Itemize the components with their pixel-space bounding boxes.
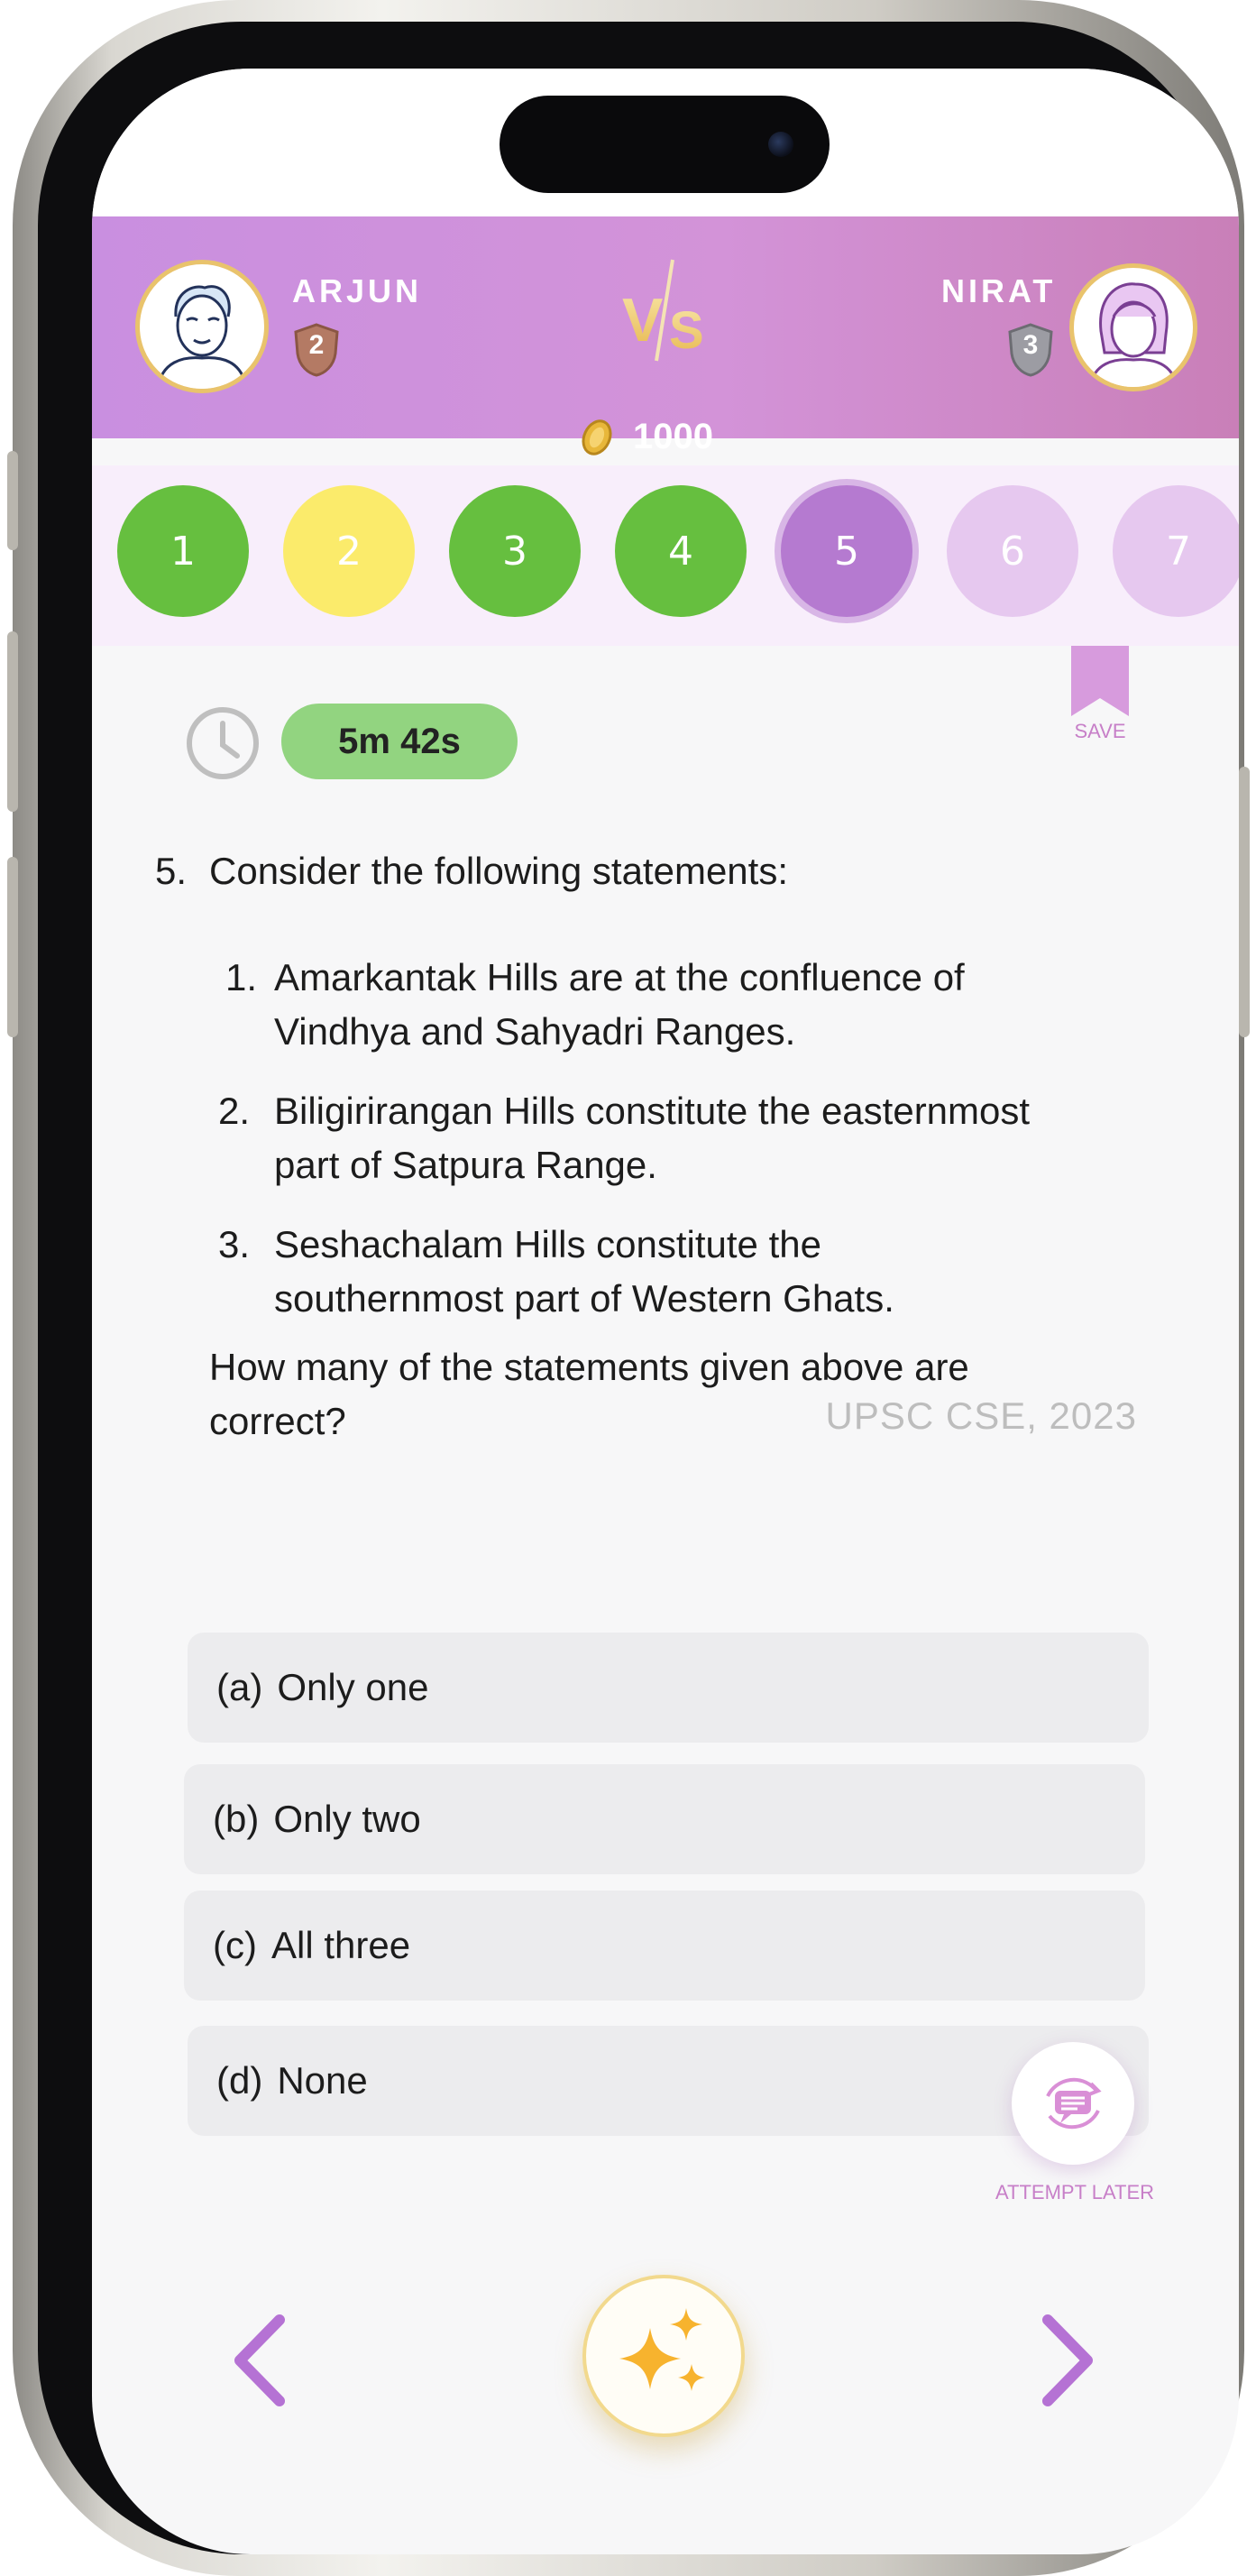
svg-text:V: V bbox=[622, 286, 663, 354]
male-avatar-icon bbox=[156, 285, 248, 389]
question-intro: Consider the following statements: bbox=[209, 850, 788, 892]
statement-text: Seshachalam Hills constitute the souther… bbox=[274, 1218, 1176, 1326]
phone-frame: ARJUN 2 V S 1000 NIRAT 3 1 2 3 4 5 6 7 5… bbox=[7, 0, 1250, 2576]
question-number-1[interactable]: 1 bbox=[117, 485, 249, 617]
question-number-7[interactable]: 7 bbox=[1113, 485, 1239, 617]
power-button bbox=[1239, 767, 1250, 1037]
question-number-3[interactable]: 3 bbox=[449, 485, 581, 617]
app-screen: ARJUN 2 V S 1000 NIRAT 3 1 2 3 4 5 6 7 5… bbox=[92, 69, 1239, 2554]
question-navigator: 1 2 3 4 5 6 7 bbox=[92, 465, 1239, 646]
versus-icon: V S bbox=[622, 259, 704, 362]
chat-refresh-icon bbox=[1046, 2077, 1102, 2130]
statement-line: Seshachalam Hills constitute the bbox=[274, 1223, 821, 1265]
female-avatar-icon bbox=[1088, 282, 1178, 387]
option-text: Only one bbox=[277, 1666, 429, 1708]
clock-icon bbox=[187, 707, 259, 779]
option-letter: (d) bbox=[216, 2059, 263, 2102]
svg-text:S: S bbox=[669, 301, 704, 360]
option-c[interactable]: (c) All three bbox=[184, 1891, 1145, 2001]
dynamic-island bbox=[500, 96, 830, 193]
player-right-avatar[interactable] bbox=[1069, 263, 1197, 391]
question-number-4[interactable]: 4 bbox=[615, 485, 747, 617]
player-left-name: ARJUN bbox=[292, 272, 423, 309]
player-left-rank: 2 bbox=[308, 330, 325, 360]
phone-bezel: ARJUN 2 V S 1000 NIRAT 3 1 2 3 4 5 6 7 5… bbox=[38, 22, 1239, 2554]
coin-balance: 1000 bbox=[633, 417, 713, 456]
question-number-5[interactable]: 5 bbox=[781, 485, 912, 617]
camera-icon bbox=[768, 132, 793, 157]
hint-button[interactable] bbox=[582, 2275, 745, 2437]
statement-number: 2. bbox=[218, 1090, 251, 1132]
option-d[interactable]: (d) None bbox=[188, 2026, 1149, 2136]
attempt-later-label[interactable]: ATTEMPT LATER bbox=[974, 2181, 1176, 2204]
question-prompt-line-1: How many of the statements given above a… bbox=[209, 1346, 969, 1388]
attempt-later-button[interactable] bbox=[1012, 2042, 1134, 2165]
statement-line: Vindhya and Sahyadri Ranges. bbox=[274, 1010, 796, 1053]
battle-header: ARJUN 2 V S 1000 NIRAT 3 bbox=[92, 216, 1239, 456]
statement-line: Amarkantak Hills are at the confluence o… bbox=[274, 956, 965, 998]
player-left-avatar[interactable] bbox=[135, 260, 269, 393]
statement-number: 1. bbox=[225, 956, 258, 998]
chevron-left-icon[interactable] bbox=[224, 2311, 296, 2410]
option-letter: (c) bbox=[213, 1924, 257, 1966]
statement-number: 3. bbox=[218, 1223, 251, 1265]
question-number: 5. bbox=[155, 850, 188, 892]
question-number-2[interactable]: 2 bbox=[283, 485, 415, 617]
save-label[interactable]: SAVE bbox=[1046, 720, 1154, 743]
chevron-right-icon[interactable] bbox=[1031, 2311, 1104, 2410]
volume-down-button bbox=[7, 857, 18, 1037]
player-right-name: NIRAT bbox=[941, 272, 1057, 309]
side-button bbox=[7, 451, 18, 550]
option-text: All three bbox=[270, 1924, 411, 1966]
statement-text: Amarkantak Hills are at the confluence o… bbox=[274, 951, 1176, 1059]
statement-line: part of Satpura Range. bbox=[274, 1144, 657, 1186]
option-letter: (a) bbox=[216, 1666, 263, 1708]
statement-text: Biligirirangan Hills constitute the east… bbox=[274, 1084, 1176, 1192]
option-text: None bbox=[277, 2059, 368, 2102]
sparkles-icon bbox=[619, 2308, 705, 2391]
option-b[interactable]: (b) Only two bbox=[184, 1764, 1145, 1874]
question-prompt-line-2: correct? bbox=[209, 1400, 346, 1442]
coin-icon bbox=[582, 419, 612, 455]
volume-up-button bbox=[7, 631, 18, 812]
statement-line: southernmost part of Western Ghats. bbox=[274, 1277, 894, 1320]
question-number-6[interactable]: 6 bbox=[947, 485, 1078, 617]
source-tag: UPSC CSE, 2023 bbox=[825, 1394, 1137, 1437]
option-letter: (b) bbox=[213, 1798, 260, 1840]
option-a[interactable]: (a) Only one bbox=[188, 1633, 1149, 1743]
player-right-rank: 3 bbox=[1022, 330, 1039, 360]
timer-badge: 5m 42s bbox=[281, 704, 518, 779]
bookmark-icon[interactable] bbox=[1071, 646, 1129, 718]
option-text: Only two bbox=[273, 1798, 421, 1840]
statement-line: Biligirirangan Hills constitute the east… bbox=[274, 1090, 1031, 1132]
